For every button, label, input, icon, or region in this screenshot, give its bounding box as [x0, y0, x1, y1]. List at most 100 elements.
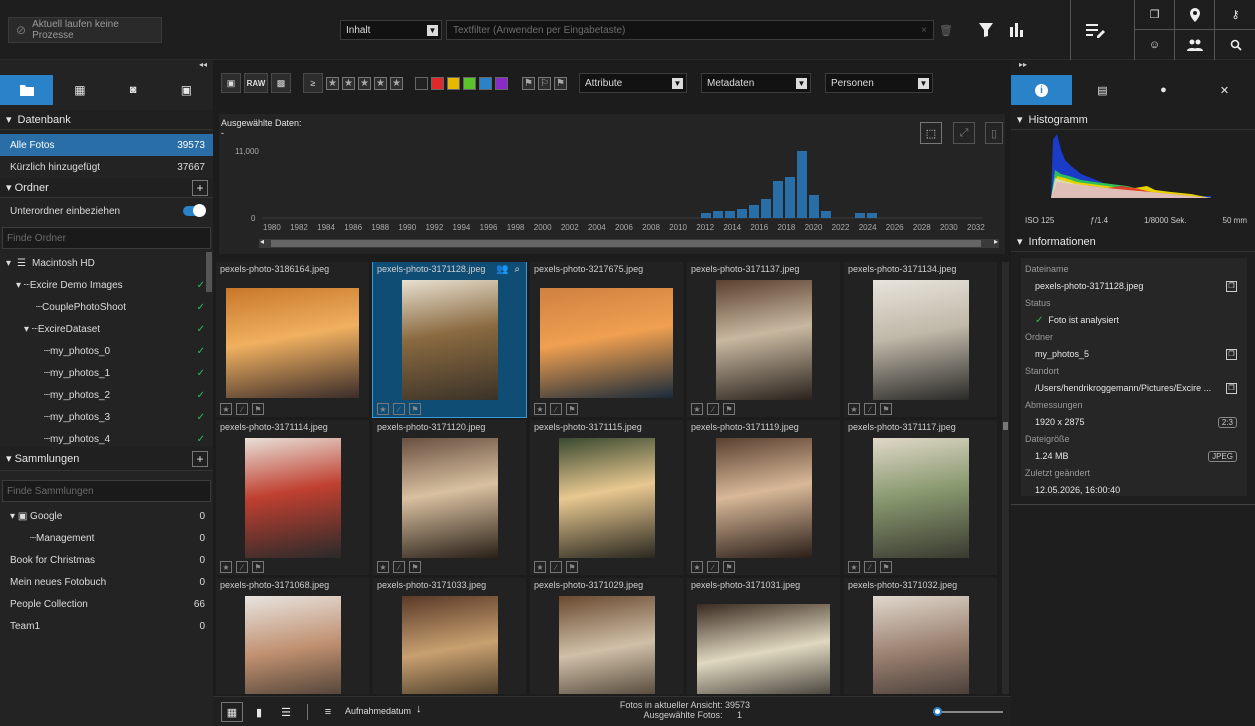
photo-thumbnail[interactable]: pexels-photo-3171114.jpeg ★ ∕ ⚑ — [216, 420, 369, 575]
find-collection-input[interactable]: Finde Sammlungen — [2, 480, 211, 502]
raw-filter-button[interactable]: RAW — [244, 73, 268, 93]
folder-scrollbar[interactable] — [206, 252, 212, 292]
color-label-icon[interactable]: ∕ — [550, 561, 562, 573]
section-datenbank[interactable]: ▾ Datenbank — [0, 110, 213, 130]
color-blue[interactable] — [479, 76, 492, 90]
photo-thumbnail[interactable]: pexels-photo-3171120.jpeg ★ ∕ ⚑ — [373, 420, 526, 575]
search-icon[interactable]: ⌕ — [514, 264, 520, 275]
flag-reject-icon[interactable]: ⚐ — [538, 76, 551, 90]
rating-icon[interactable]: ★ — [220, 561, 232, 573]
flag-icon[interactable]: ⚑ — [880, 403, 892, 415]
filter-icon[interactable] — [972, 20, 1000, 40]
thumbnail-size-slider[interactable] — [933, 707, 1003, 716]
collection-people[interactable]: People Collection 66 — [0, 593, 213, 615]
tab-network[interactable]: ✕ — [1194, 75, 1255, 105]
photo-thumbnail[interactable]: pexels-photo-3171029.jpeg — [530, 578, 683, 694]
clear-icon[interactable]: × — [921, 25, 927, 36]
people-icon[interactable] — [1175, 30, 1215, 60]
rating-icon[interactable]: ★ — [691, 561, 703, 573]
folder-macintosh-hd[interactable]: ▾ ☰ Macintosh HD — [0, 252, 213, 274]
color-green[interactable] — [463, 76, 476, 90]
attribute-select[interactable]: Attribute ▼ — [579, 73, 687, 93]
tab-info[interactable]: i — [1011, 75, 1072, 105]
text-filter-input[interactable]: Textfilter (Anwenden per Eingabetaste) × — [446, 20, 934, 40]
flag-icon[interactable]: ⚑ — [880, 561, 892, 573]
collapse-left-icon[interactable]: ◂◂ — [199, 60, 207, 69]
rating-icon[interactable]: ★ — [377, 403, 389, 415]
photo-thumbnail[interactable]: pexels-photo-3171117.jpeg ★ ∕ ⚑ — [844, 420, 997, 575]
section-ordner[interactable]: ▾ Ordner + — [0, 178, 213, 198]
select-range-icon[interactable]: ⬚ — [920, 122, 942, 144]
tab-gallery[interactable]: ▣ — [160, 75, 213, 105]
rating-icon[interactable]: ★ — [220, 403, 232, 415]
db-item-recent[interactable]: Kürzlich hinzugefügt 37667 — [0, 156, 213, 178]
rating-icon[interactable]: ★ — [848, 403, 860, 415]
photo-thumbnail[interactable]: pexels-photo-3171128.jpeg 👥 ⌕ ★ ∕ ⚑ — [372, 262, 527, 418]
find-folder-input[interactable]: Finde Ordner — [2, 227, 211, 249]
photo-thumbnail[interactable]: pexels-photo-3171115.jpeg ★ ∕ ⚑ — [530, 420, 683, 575]
filter-field-select[interactable]: Inhalt ▼ — [340, 20, 442, 40]
flag-icon[interactable]: ⚑ — [409, 403, 421, 415]
tab-metadata[interactable]: ▤ — [1072, 75, 1133, 105]
persons-select[interactable]: Personen ▼ — [825, 73, 933, 93]
tab-folders[interactable] — [0, 75, 54, 105]
flag-icon[interactable]: ⚑ — [566, 403, 578, 415]
statistics-icon[interactable] — [1004, 20, 1028, 40]
metadata-select[interactable]: Metadaten ▼ — [701, 73, 811, 93]
star-3[interactable]: ★ — [358, 76, 371, 90]
flag-icon[interactable]: ⚑ — [723, 403, 735, 415]
copy-icon[interactable]: ❐ — [1226, 348, 1237, 360]
edit-list-icon[interactable] — [1082, 17, 1110, 43]
include-subfolders-toggle[interactable] — [183, 204, 206, 217]
trash-icon[interactable]: 🗑 — [938, 20, 954, 40]
star-1[interactable]: ★ — [326, 76, 339, 90]
timeline-bars[interactable] — [263, 149, 983, 221]
folder-my-photos-0[interactable]: ┈my_photos_0 ✓ — [0, 340, 213, 362]
color-label-icon[interactable]: ∕ — [707, 403, 719, 415]
expand-icon[interactable]: ⤢ — [953, 122, 975, 144]
copy-icon[interactable]: ❐ — [1226, 382, 1237, 394]
star-2[interactable]: ★ — [342, 76, 355, 90]
video-filter-button[interactable]: ▩ — [271, 73, 291, 93]
photo-thumbnail[interactable]: pexels-photo-3217675.jpeg ★ ∕ ⚑ — [530, 262, 683, 417]
grid-view-icon[interactable]: ▦ — [221, 702, 243, 722]
flag-icon[interactable]: ⚑ — [566, 561, 578, 573]
color-label-icon[interactable]: ∕ — [707, 561, 719, 573]
rating-icon[interactable]: ★ — [534, 403, 546, 415]
folder-couple[interactable]: ┈CouplePhotoShoot ✓ — [0, 296, 213, 318]
folder-my-photos-1[interactable]: ┈my_photos_1 ✓ — [0, 362, 213, 384]
color-yellow[interactable] — [447, 76, 460, 90]
scroll-left-icon[interactable]: ◂ — [260, 237, 264, 246]
star-5[interactable]: ★ — [390, 76, 403, 90]
copy-icon[interactable]: ❐ — [1135, 0, 1175, 30]
db-item-all-photos[interactable]: Alle Fotos 39573 — [0, 134, 213, 156]
section-histogram[interactable]: ▾ Histogramm — [1011, 110, 1255, 130]
collection-google[interactable]: ▾ ▣ Google 0 — [0, 505, 213, 527]
color-label-icon[interactable]: ∕ — [864, 561, 876, 573]
flag-pick-icon[interactable]: ⚑ — [522, 76, 535, 90]
people-icon[interactable]: 👥 — [496, 264, 508, 275]
key-icon[interactable]: ⚷ — [1215, 0, 1255, 30]
location-pin-icon[interactable] — [1175, 0, 1215, 30]
collection-team1[interactable]: Team1 0 — [0, 615, 213, 637]
collapse-right-icon[interactable]: ▸▸ — [1019, 60, 1027, 69]
flag-icon[interactable]: ⚑ — [723, 561, 735, 573]
photo-thumbnail[interactable]: pexels-photo-3171033.jpeg — [373, 578, 526, 694]
trash-icon[interactable]: ▯ — [985, 122, 1003, 144]
rating-icon[interactable]: ★ — [534, 561, 546, 573]
collection-management[interactable]: ┈Management 0 — [0, 527, 213, 549]
grid-scrollbar[interactable] — [1002, 262, 1009, 694]
sort-icon[interactable]: ≡ — [319, 702, 337, 722]
star-4[interactable]: ★ — [374, 76, 387, 90]
copy-icon[interactable]: ❐ — [1226, 280, 1237, 292]
collection-fotobuch[interactable]: Mein neues Fotobuch 0 — [0, 571, 213, 593]
scroll-right-icon[interactable]: ▸ — [994, 237, 998, 246]
folder-excire-demo[interactable]: ▾ ┈Excire Demo Images ✓ — [0, 274, 213, 296]
section-sammlungen[interactable]: ▾ Sammlungen + — [0, 447, 213, 471]
flag-icon[interactable]: ⚑ — [409, 561, 421, 573]
section-informationen[interactable]: ▾ Informationen — [1011, 232, 1255, 252]
flag-icon[interactable]: ⚑ — [252, 561, 264, 573]
photo-thumbnail[interactable]: pexels-photo-3171068.jpeg — [216, 578, 369, 694]
map-view-icon[interactable]: ▮ — [249, 702, 269, 722]
photo-thumbnail[interactable]: pexels-photo-3186164.jpeg ★ ∕ ⚑ — [216, 262, 369, 417]
